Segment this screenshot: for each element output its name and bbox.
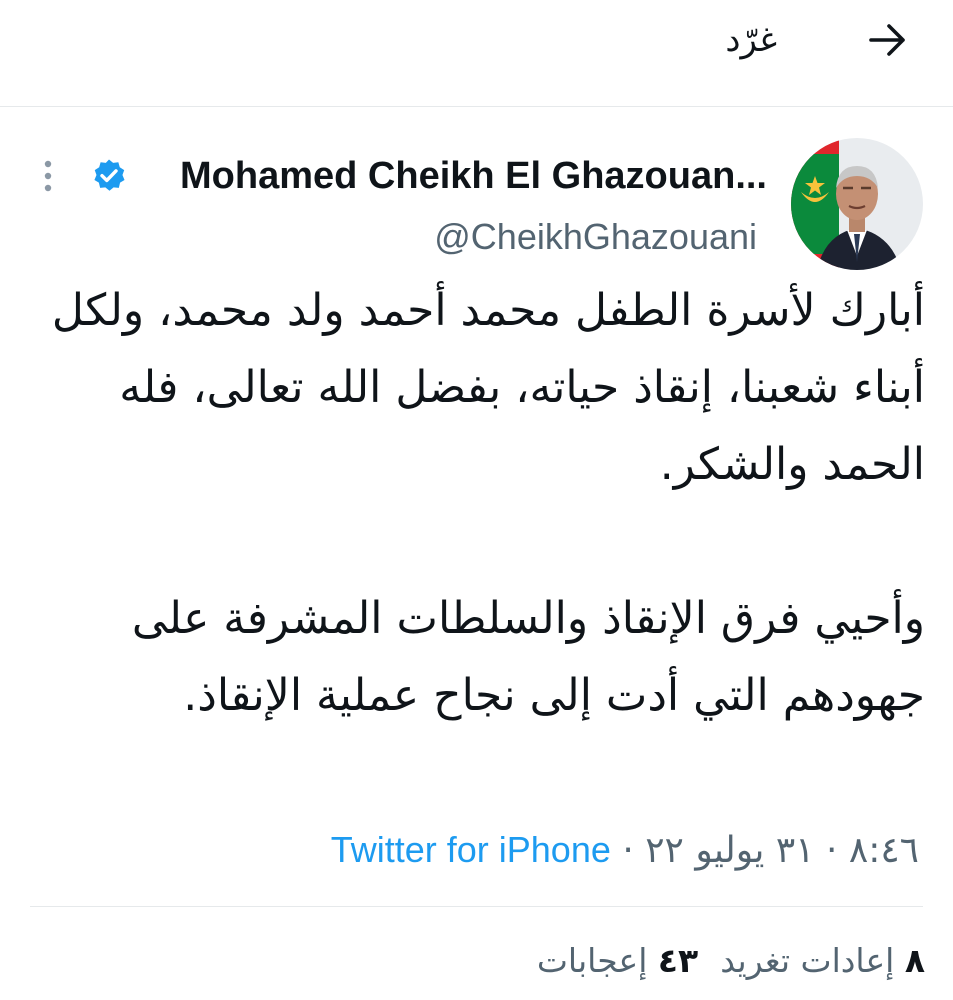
tweet-stats: ٨ إعادات تغريد ٤٣ إعجابات: [537, 936, 925, 986]
divider: [30, 906, 923, 907]
tweet-body: أبارك لأسرة الطفل محمد أحمد ولد محمد، ول…: [35, 272, 925, 734]
avatar[interactable]: [791, 138, 923, 270]
tweet-date: ٣١ يوليو ٢٢: [645, 830, 815, 871]
back-button[interactable]: [863, 16, 911, 64]
tweet-time: ٨:٤٦: [848, 830, 919, 871]
likes-count: ٤٣: [657, 941, 699, 980]
tweet-meta: ٨:٤٦ · ٣١ يوليو ٢٢ · Twitter for iPhone: [331, 822, 919, 879]
meta-separator: ·: [622, 830, 634, 871]
more-options-icon[interactable]: [38, 156, 58, 196]
meta-separator: ·: [825, 830, 838, 871]
tweet-paragraph-1: أبارك لأسرة الطفل محمد أحمد ولد محمد، ول…: [51, 285, 925, 490]
profile-photo: [791, 138, 923, 270]
top-bar: غرّد: [0, 0, 953, 107]
retweets-stat[interactable]: ٨ إعادات تغريد: [720, 941, 925, 980]
arrow-right-icon: [869, 24, 905, 56]
author-handle[interactable]: @CheikhGhazouani: [434, 214, 757, 260]
author-display-name[interactable]: Mohamed Cheikh El Ghazouan...: [180, 150, 767, 202]
tweet-paragraph-2: وأحيي فرق الإنقاذ والسلطات المشرفة على ج…: [131, 593, 925, 721]
retweets-count: ٨: [904, 941, 925, 980]
likes-label: إعجابات: [536, 941, 648, 980]
likes-stat[interactable]: ٤٣ إعجابات: [537, 941, 698, 980]
retweets-label: إعادات تغريد: [720, 941, 895, 980]
page-title: غرّد: [725, 20, 777, 60]
tweet-source-link[interactable]: Twitter for iPhone: [331, 829, 611, 870]
verified-badge-icon: [90, 157, 128, 195]
